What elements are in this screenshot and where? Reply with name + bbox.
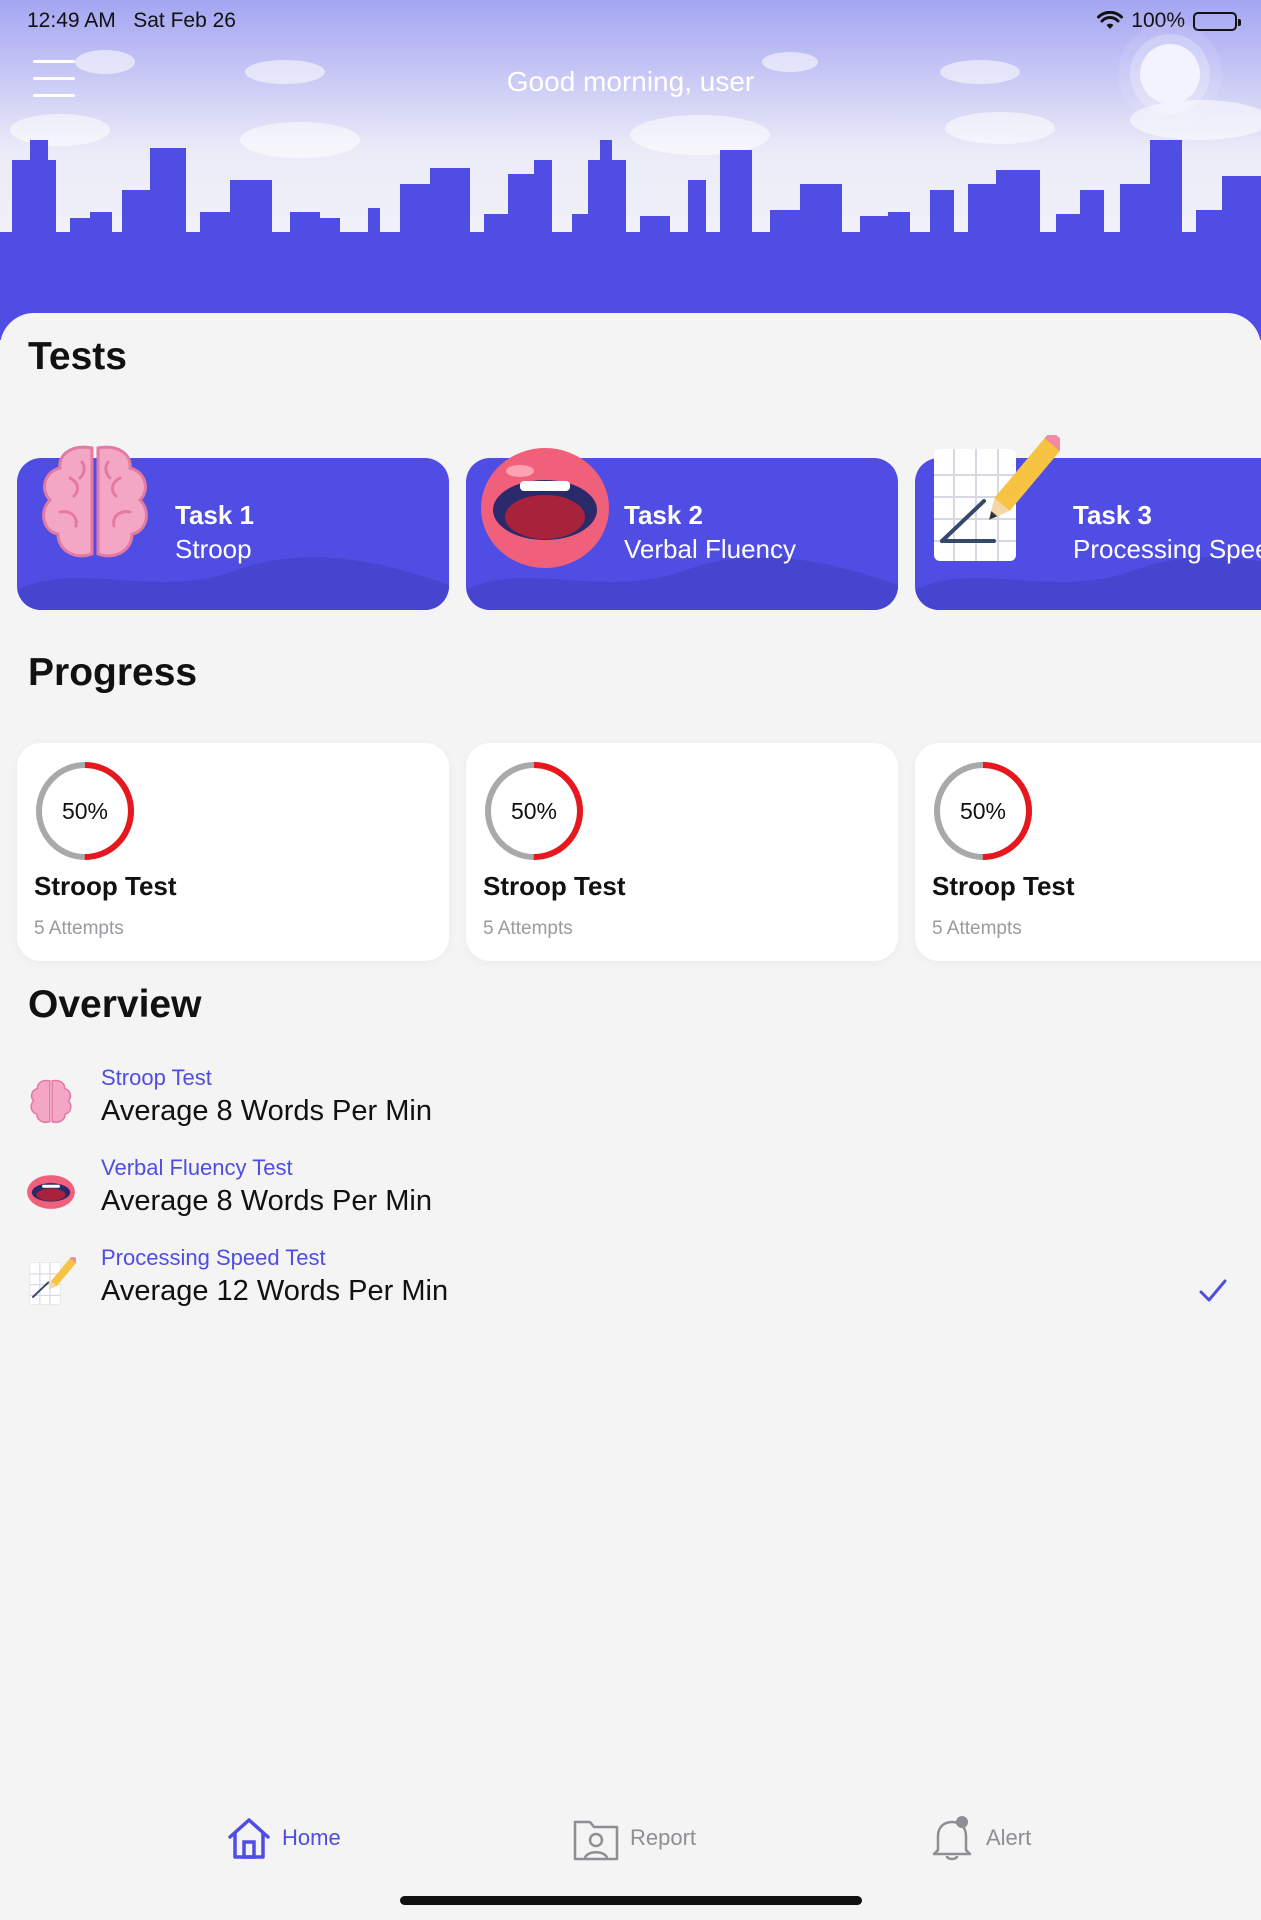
- header: 12:49 AM Sat Feb 26 100% Good morning, u…: [0, 0, 1261, 340]
- progress-title: Stroop Test: [932, 871, 1075, 901]
- progress-attempts: 5 Attempts: [483, 918, 573, 939]
- progress-card-2[interactable]: 50% Stroop Test 5 Attempts: [466, 743, 898, 961]
- progress-percent: 50%: [959, 798, 1007, 824]
- progress-percent: 50%: [510, 798, 558, 824]
- task-subtitle: Processing Speed: [1073, 534, 1261, 564]
- overview-heading: Overview: [28, 983, 202, 1026]
- notepad-pencil-icon: [934, 435, 1060, 561]
- progress-card-1[interactable]: 50% Stroop Test 5 Attempts: [17, 743, 449, 961]
- mouth-icon: [481, 448, 609, 568]
- task-subtitle: Stroop: [175, 534, 252, 564]
- sun-icon: [1140, 44, 1200, 104]
- progress-attempts: 5 Attempts: [34, 918, 124, 939]
- status-time: 12:49 AM Sat Feb 26: [27, 9, 236, 32]
- overview-label: Stroop Test: [101, 1065, 212, 1090]
- tab-alert-label: Alert: [986, 1825, 1032, 1850]
- home-indicator[interactable]: [400, 1896, 862, 1905]
- tab-report-label: Report: [630, 1825, 697, 1850]
- status-right: 100%: [1097, 9, 1241, 33]
- overview-item-processing-speed[interactable]: Processing Speed Test Average 12 Words P…: [0, 1245, 1261, 1325]
- report-folder-icon: [573, 1820, 619, 1861]
- progress-title: Stroop Test: [483, 871, 626, 901]
- battery-icon: [1193, 11, 1241, 31]
- progress-card-3[interactable]: 50% Stroop Test 5 Attempts: [915, 743, 1261, 961]
- tab-bar: Home Report Alert: [0, 1808, 1261, 1888]
- overview-label: Processing Speed Test: [101, 1245, 326, 1270]
- progress-title: Stroop Test: [34, 871, 177, 901]
- content-panel: Tests Task 1 Stroop Task 2 Verbal Fluenc…: [0, 313, 1261, 1843]
- task-title: Task 1: [175, 500, 255, 530]
- overview-value: Average 8 Words Per Min: [101, 1185, 432, 1217]
- tab-home[interactable]: Home: [226, 1808, 341, 1868]
- overview-value: Average 12 Words Per Min: [101, 1275, 449, 1307]
- progress-percent: 50%: [61, 798, 109, 824]
- overview-item-verbal-fluency[interactable]: Verbal Fluency Test Average 8 Words Per …: [0, 1155, 1261, 1235]
- progress-carousel[interactable]: 50% Stroop Test 5 Attempts 50% Stroop Te…: [0, 731, 1261, 971]
- overview-value: Average 8 Words Per Min: [101, 1095, 432, 1127]
- tab-report[interactable]: Report: [572, 1808, 696, 1868]
- status-bar: 12:49 AM Sat Feb 26 100%: [0, 0, 1261, 40]
- progress-ring: 50%: [33, 759, 137, 863]
- task-title: Task 3: [1073, 500, 1153, 530]
- battery-percent: 100%: [1131, 9, 1185, 32]
- brain-icon: [42, 445, 148, 558]
- overview-label: Verbal Fluency Test: [101, 1155, 293, 1180]
- tab-alert[interactable]: Alert: [928, 1808, 1031, 1868]
- tasks-carousel[interactable]: Task 1 Stroop Task 2 Verbal Fluency Task…: [0, 313, 1261, 613]
- tab-home-label: Home: [282, 1825, 341, 1850]
- mouth-icon: [27, 1175, 75, 1209]
- wifi-icon: [1097, 11, 1124, 29]
- city-skyline-background: [0, 0, 1261, 340]
- progress-ring: 50%: [482, 759, 586, 863]
- greeting-title: Good morning, user: [506, 66, 755, 97]
- home-icon: [228, 1818, 270, 1859]
- bell-icon: [932, 1816, 972, 1861]
- progress-ring: 50%: [931, 759, 1035, 863]
- task-subtitle: Verbal Fluency: [624, 534, 796, 564]
- notepad-pencil-icon: [29, 1257, 76, 1306]
- checkmark-icon: [1199, 1279, 1227, 1302]
- progress-attempts: 5 Attempts: [932, 918, 1022, 939]
- task-title: Task 2: [624, 500, 704, 530]
- overview-item-stroop[interactable]: Stroop Test Average 8 Words Per Min: [0, 1065, 1261, 1145]
- brain-icon: [30, 1079, 72, 1124]
- progress-heading: Progress: [28, 651, 198, 694]
